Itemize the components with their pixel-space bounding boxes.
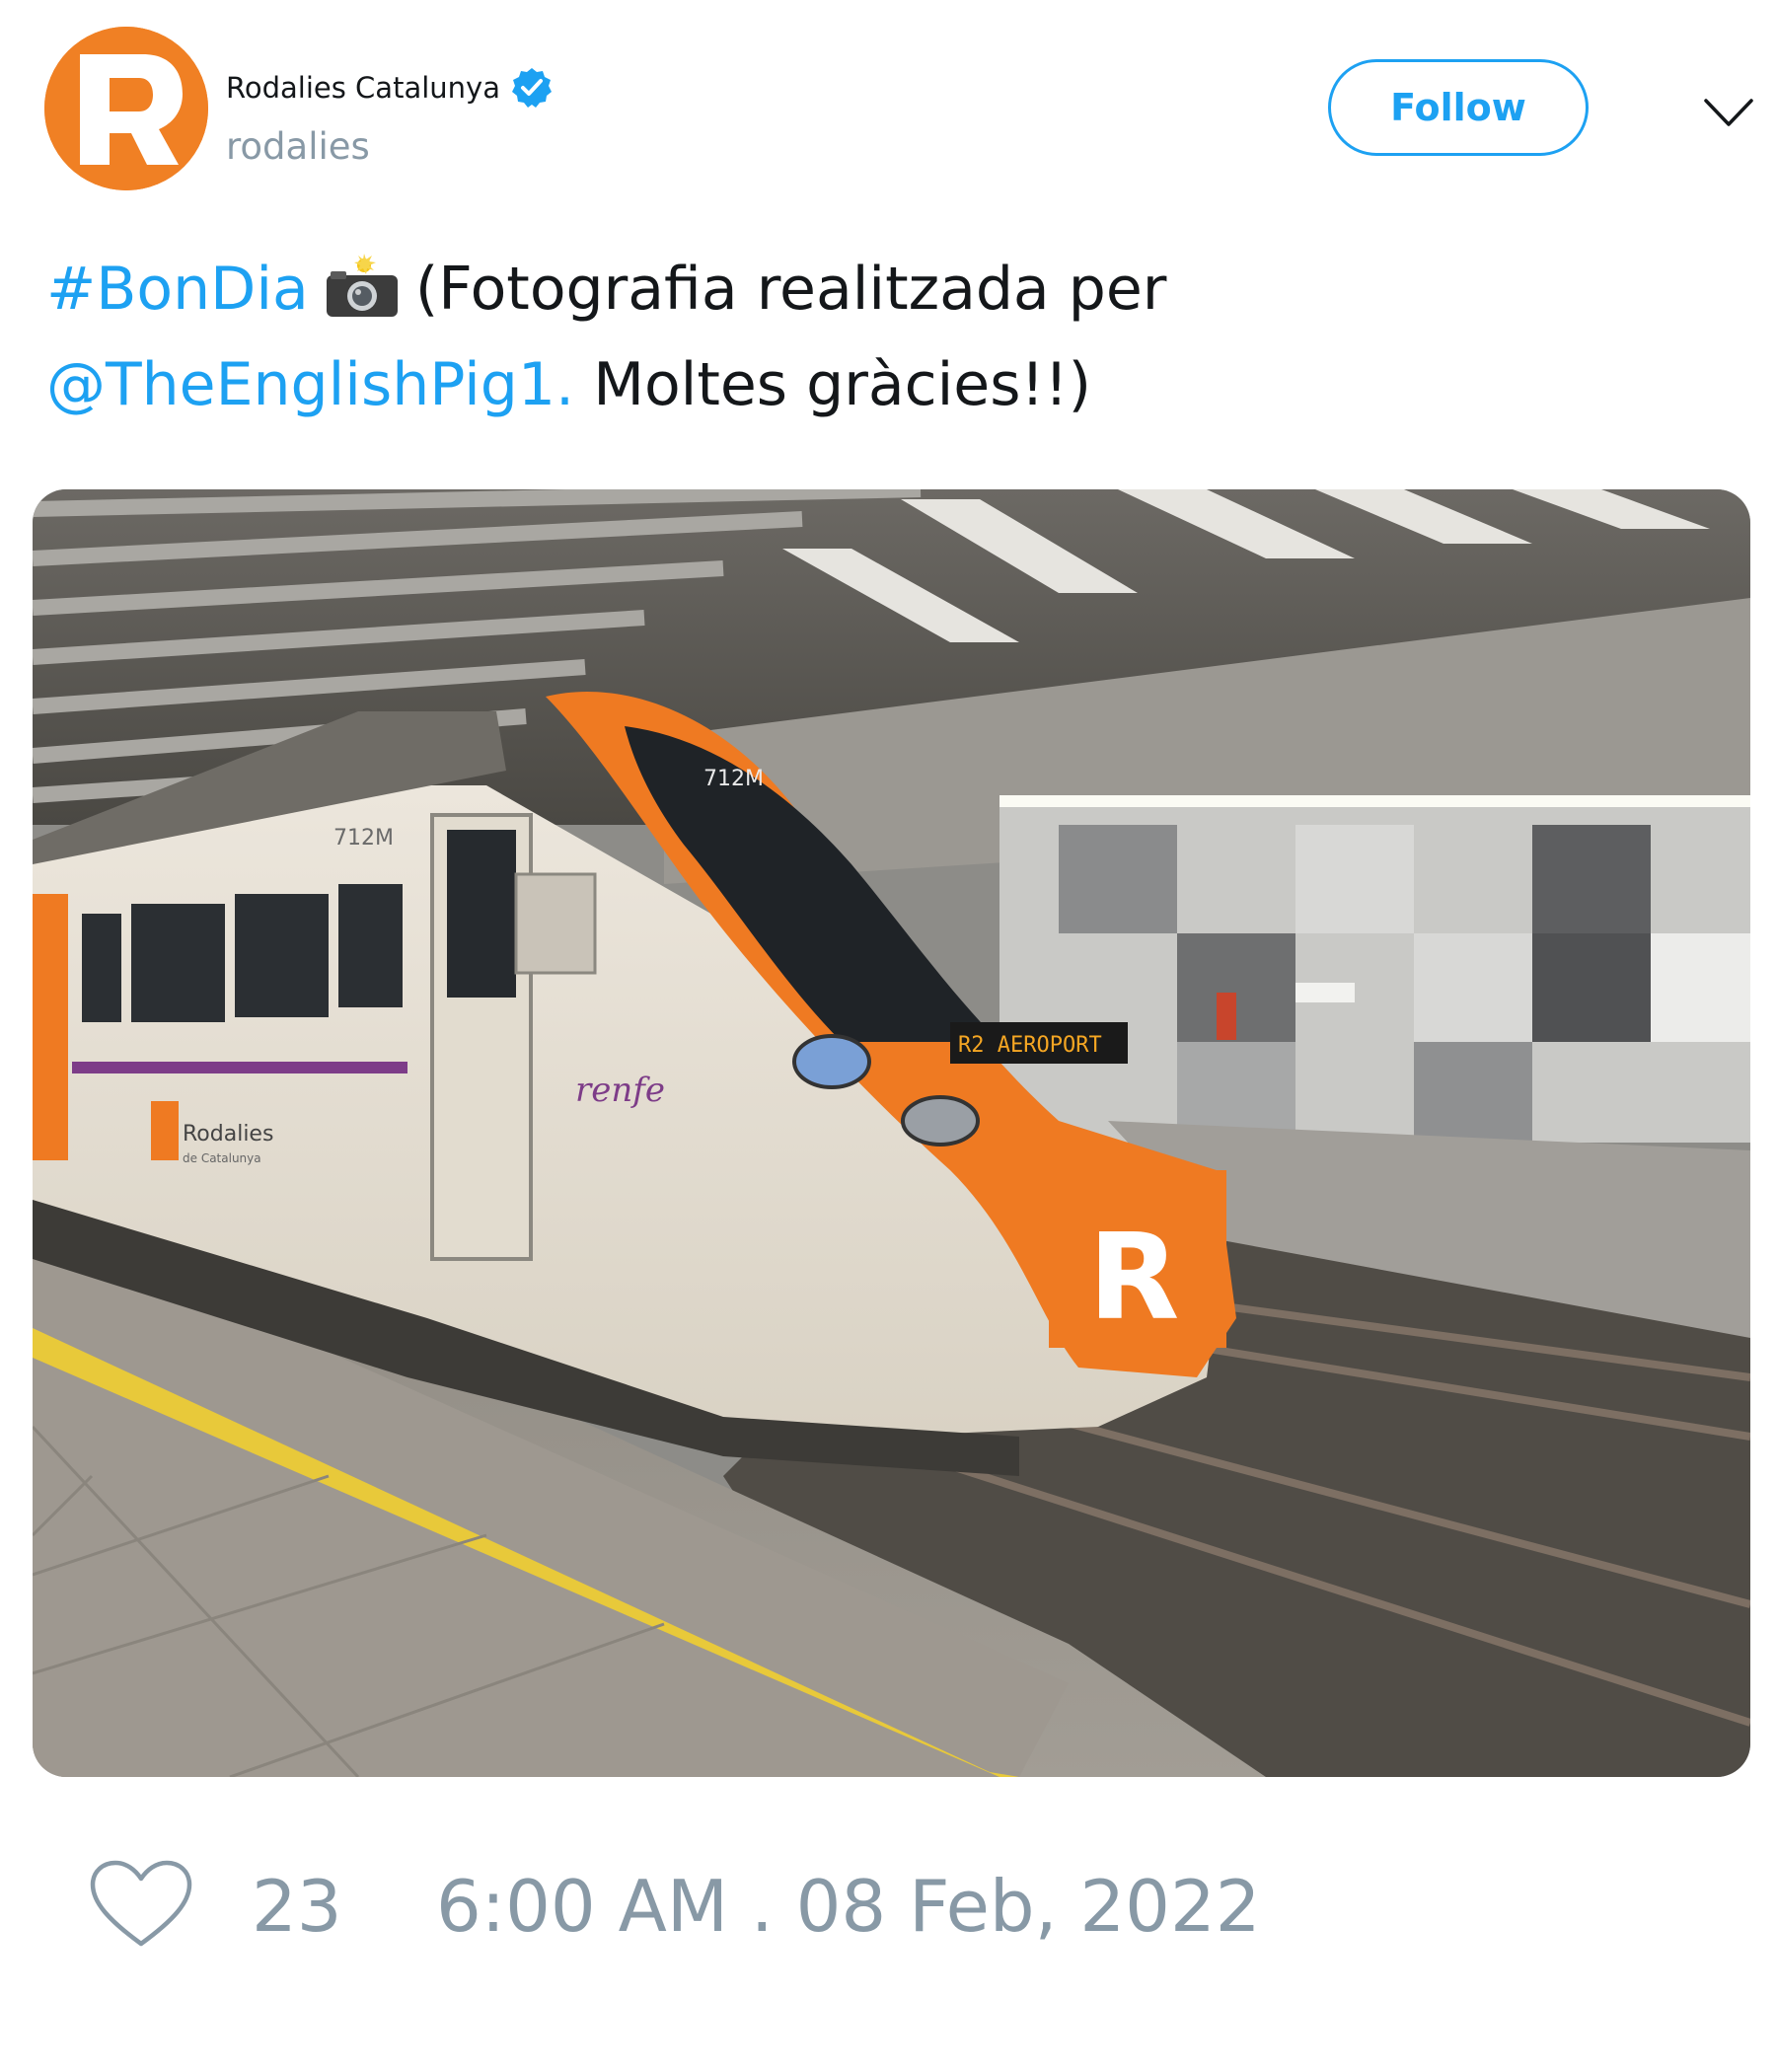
tweet-text: #BonDia (Fotografia realitzada per @TheE… <box>46 242 1724 433</box>
rodalies-r-logo <box>44 27 208 190</box>
mention-link[interactable]: @TheEnglishPig1. <box>46 350 574 419</box>
follow-button[interactable]: Follow <box>1328 59 1589 156</box>
tweet-header: Rodalies Catalunya rodalies Follow <box>44 27 1753 194</box>
side-rodalies-label: Rodalies <box>183 1122 273 1147</box>
headlight-upper <box>792 1034 871 1089</box>
tweet-footer: 23 6:00 AM . 08 Feb, 2022 <box>89 1855 1667 1954</box>
tweet-text-part1: (Fotografia realitzada per <box>414 255 1167 324</box>
train-number-side: 712M <box>333 826 394 851</box>
light-strip <box>999 795 1750 807</box>
side-rodalies-sublabel: de Catalunya <box>183 1151 261 1165</box>
tweet-photo[interactable]: R2 AEROPORT R 712M 712M Rodalies de Cata… <box>33 489 1750 1777</box>
headlight-lower <box>901 1095 980 1147</box>
train-photo: R2 AEROPORT R 712M 712M Rodalies de Cata… <box>33 489 1750 1777</box>
heart-outline-icon[interactable] <box>89 1859 193 1950</box>
door-window <box>447 830 516 998</box>
train-number-nose: 712M <box>703 767 764 791</box>
tweet-text-part2: Moltes gràcies!!) <box>593 350 1091 419</box>
side-r-logo <box>151 1101 179 1160</box>
train-r-logo: R <box>1088 1210 1179 1347</box>
tiled-wall <box>999 807 1750 1143</box>
camera-with-flash-icon <box>326 254 398 317</box>
side-mirror <box>514 872 597 975</box>
handle[interactable]: rodalies <box>226 125 370 168</box>
renfe-label: renfe <box>575 1071 665 1110</box>
purple-stripe <box>72 1062 407 1073</box>
hashtag-link[interactable]: #BonDia <box>46 255 309 324</box>
destination-display-text: R2 AEROPORT <box>958 1033 1102 1058</box>
name-line: Rodalies Catalunya <box>226 62 554 113</box>
train-end-stripe <box>33 894 68 1160</box>
chevron-down-icon[interactable] <box>1702 96 1755 129</box>
display-name[interactable]: Rodalies Catalunya <box>226 71 500 105</box>
timestamp[interactable]: 6:00 AM . 08 Feb, 2022 <box>436 1865 1261 1948</box>
like-count: 23 <box>252 1865 342 1948</box>
verified-badge-icon <box>511 68 552 108</box>
avatar[interactable] <box>44 27 208 190</box>
